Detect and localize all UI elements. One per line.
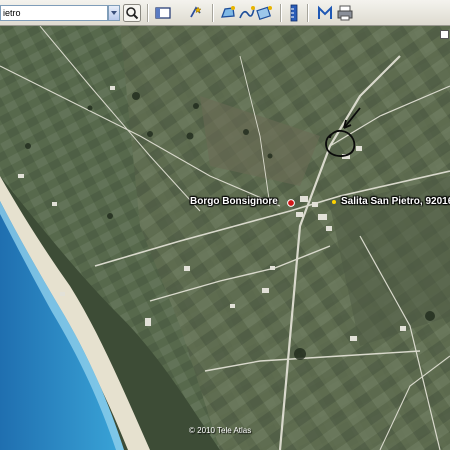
add-overlay-icon <box>256 6 272 21</box>
add-placemark-button[interactable] <box>187 4 205 22</box>
dropdown-icon <box>111 11 117 15</box>
toolbar-separator <box>280 4 282 22</box>
add-overlay-button[interactable] <box>256 4 274 22</box>
email-icon <box>318 5 332 19</box>
ruler-button[interactable] <box>287 4 301 22</box>
toolbar-separator <box>147 4 149 22</box>
ruler-icon <box>290 4 298 22</box>
place-label[interactable]: Borgo Bonsignore <box>190 196 278 207</box>
print-icon <box>337 5 353 21</box>
address-pin-icon[interactable] <box>332 200 336 204</box>
add-polygon-button[interactable] <box>219 4 237 22</box>
toolbar-separator <box>307 4 309 22</box>
search-input[interactable] <box>0 5 108 21</box>
search-dropdown-button[interactable] <box>108 5 120 21</box>
toolbar <box>0 0 450 26</box>
print-button[interactable] <box>336 4 354 22</box>
add-polygon-icon <box>221 6 235 18</box>
copyright-notice: © 2010 Tele Atlas <box>189 426 252 435</box>
add-placemark-icon <box>190 6 202 18</box>
add-path-button[interactable] <box>238 4 256 22</box>
navigation-controls-icon[interactable] <box>440 30 449 39</box>
sidebar-toggle-button[interactable] <box>154 4 172 22</box>
toolbar-separator <box>212 4 214 22</box>
sidebar-toggle-icon <box>155 7 171 19</box>
search-icon <box>123 4 141 22</box>
satellite-map-view[interactable]: Borgo Bonsignore Salita San Pietro, 9201… <box>0 26 450 450</box>
address-label[interactable]: Salita San Pietro, 92016 <box>341 196 450 207</box>
add-path-icon <box>239 6 255 19</box>
email-button[interactable] <box>316 4 334 22</box>
search-button[interactable] <box>123 4 141 22</box>
place-pin-icon[interactable] <box>287 199 295 207</box>
satellite-imagery <box>0 26 450 450</box>
